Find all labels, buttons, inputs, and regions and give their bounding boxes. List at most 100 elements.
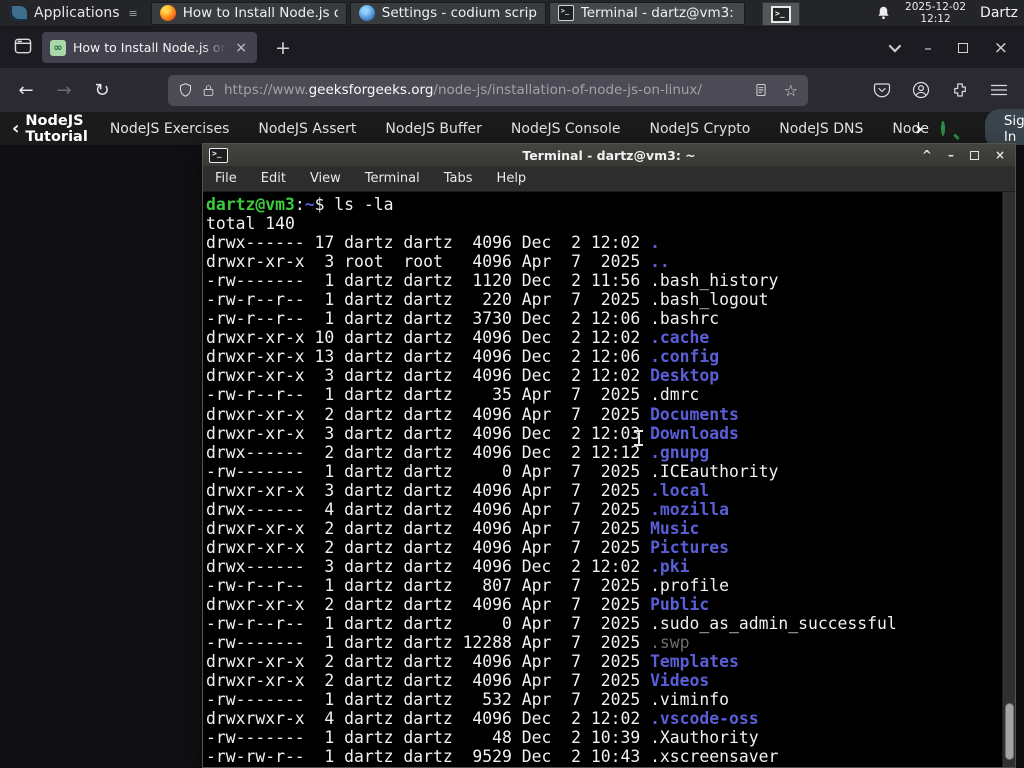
terminal-scrollbar-thumb[interactable] bbox=[1005, 703, 1014, 760]
ls-row-meta: drwxr-xr-x 3 dartz dartz 4096 Dec 2 12:0… bbox=[206, 423, 651, 443]
ls-row-meta: drwxr-xr-x 2 dartz dartz 4096 Apr 7 2025 bbox=[206, 671, 651, 691]
ls-row-filename: .swp bbox=[650, 633, 690, 653]
maximize-button[interactable] bbox=[969, 150, 979, 160]
ls-row-meta: drwxr-xr-x 2 dartz dartz 4096 Apr 7 2025 bbox=[206, 404, 651, 424]
terminal-ls-row: -rw------- 1 dartz dartz 532 Apr 7 2025 … bbox=[206, 690, 1002, 709]
close-button[interactable]: × bbox=[995, 148, 1005, 162]
new-tab-button[interactable]: + bbox=[275, 37, 291, 59]
ls-row-filename: Music bbox=[650, 518, 700, 538]
toolbar-right-icons bbox=[873, 81, 1024, 99]
ls-row-filename: .bash_history bbox=[650, 271, 779, 291]
window-maximize-button[interactable] bbox=[957, 42, 968, 53]
ls-row-filename: Desktop bbox=[650, 366, 720, 386]
firefox-nav-toolbar: ← → ↻ https://www.geeksforgeeks.org/node… bbox=[0, 68, 1024, 112]
ls-row-filename: .Xauthority bbox=[650, 728, 759, 748]
user-menu[interactable]: Dartz bbox=[980, 5, 1018, 21]
panel-indicators: 2025-12-02 12:12 Dartz bbox=[876, 1, 1024, 25]
subject-nav-link[interactable]: NodeJS Assert bbox=[258, 121, 356, 137]
ls-row-meta: -rw------- 1 dartz dartz 532 Apr 7 2025 bbox=[206, 690, 651, 710]
terminal-menu-item[interactable]: Help bbox=[497, 171, 527, 186]
window-close-button[interactable]: × bbox=[994, 38, 1008, 58]
subject-nav-link[interactable]: NodeJS Crypto bbox=[650, 121, 751, 137]
ls-row-meta: -rw-rw-r-- 1 dartz dartz 9529 Dec 2 10:4… bbox=[206, 747, 651, 767]
nav-back-tutorial[interactable]: ‹ NodeJS Tutorial bbox=[0, 113, 88, 145]
window-minimize-button[interactable]: – bbox=[924, 39, 932, 57]
terminal-icon bbox=[771, 5, 791, 23]
taskbar-window-button[interactable]: How to Install Node.js o... bbox=[150, 1, 347, 25]
terminal-title-bar[interactable]: Terminal - dartz@vm3: ~ ^ – × bbox=[203, 144, 1015, 166]
account-icon[interactable] bbox=[912, 81, 930, 99]
reload-button[interactable]: ↻ bbox=[92, 80, 112, 101]
taskbar-window-button[interactable]: Settings - codium script... bbox=[349, 1, 546, 25]
terminal-ls-row: drwxr-xr-x 3 dartz dartz 4096 Apr 7 2025… bbox=[206, 481, 1002, 500]
ls-row-filename: Templates bbox=[650, 652, 739, 672]
ls-row-meta: drwxr-xr-x 2 dartz dartz 4096 Apr 7 2025 bbox=[206, 652, 651, 672]
ls-row-filename: .bashrc bbox=[650, 309, 720, 329]
terminal-ls-row: -rw------- 1 dartz dartz 12288 Apr 7 202… bbox=[206, 633, 1002, 652]
list-all-tabs-chevron-icon[interactable] bbox=[888, 39, 902, 53]
subject-nav-link[interactable]: NodeJS Console bbox=[511, 121, 621, 137]
subject-nav-link[interactable]: Node bbox=[892, 121, 929, 137]
terminal-ls-row: drwx------ 17 dartz dartz 4096 Dec 2 12:… bbox=[206, 233, 1002, 252]
ls-row-filename: Documents bbox=[650, 404, 739, 424]
terminal-menu-item[interactable]: Edit bbox=[261, 171, 286, 186]
window-controls: – × bbox=[888, 38, 1024, 58]
lock-icon[interactable] bbox=[202, 83, 215, 98]
hamburger-menu-icon[interactable] bbox=[990, 83, 1008, 97]
terminal-ls-row: drwx------ 3 dartz dartz 4096 Dec 2 12:0… bbox=[206, 557, 1002, 576]
search-icon[interactable] bbox=[940, 121, 945, 136]
forward-button[interactable]: → bbox=[54, 80, 74, 101]
terminal-ls-row: -rw-r--r-- 1 dartz dartz 35 Apr 7 2025 .… bbox=[206, 385, 1002, 404]
applications-menu-button[interactable]: Applications ≡ bbox=[0, 0, 148, 26]
terminal-ls-row: -rw-r--r-- 1 dartz dartz 220 Apr 7 2025 … bbox=[206, 290, 1002, 309]
menu-lines-icon: ≡ bbox=[128, 6, 138, 20]
terminal-ls-row: -rw------- 1 dartz dartz 48 Dec 2 10:39 … bbox=[206, 728, 1002, 747]
ls-row-meta: drwx------ 17 dartz dartz 4096 Dec 2 12:… bbox=[206, 233, 651, 253]
extensions-icon[interactable] bbox=[951, 81, 969, 99]
tab-close-icon[interactable]: × bbox=[233, 40, 249, 56]
ls-row-filename: .gnupg bbox=[650, 442, 710, 462]
terminal-output[interactable]: dartz@vm3:~$ ls -la total 140 drwx------… bbox=[203, 192, 1002, 767]
shade-button[interactable]: ^ bbox=[922, 148, 932, 162]
ls-row-meta: -rw-r--r-- 1 dartz dartz 35 Apr 7 2025 bbox=[206, 385, 651, 405]
terminal-menu-item[interactable]: File bbox=[215, 171, 237, 186]
pocket-icon[interactable] bbox=[873, 81, 891, 99]
prompt-command: $ ls -la bbox=[314, 195, 394, 214]
tray-terminal-launcher[interactable] bbox=[762, 2, 800, 26]
tracking-shield-icon[interactable] bbox=[178, 82, 193, 98]
terminal-ls-row: drwxr-xr-x 3 root root 4096 Apr 7 2025 .… bbox=[206, 252, 1002, 271]
terminal-scrollbar[interactable] bbox=[1002, 192, 1015, 767]
terminal-menu-item[interactable]: View bbox=[310, 171, 341, 186]
minimize-button[interactable]: – bbox=[948, 148, 954, 162]
notification-bell-icon[interactable] bbox=[876, 5, 891, 21]
taskbar-window-button[interactable]: Terminal - dartz@vm3: ~ bbox=[548, 1, 745, 25]
reader-view-icon[interactable] bbox=[754, 82, 768, 98]
chevron-right-icon[interactable]: › bbox=[915, 118, 923, 140]
terminal-window: Terminal - dartz@vm3: ~ ^ – × File Edit … bbox=[202, 143, 1016, 768]
clock[interactable]: 2025-12-02 12:12 bbox=[905, 1, 966, 25]
browser-tab-active[interactable]: ∞ How to Install Node.js on × bbox=[42, 32, 257, 63]
mouse-ibeam-cursor bbox=[634, 430, 643, 446]
clock-date: 2025-12-02 bbox=[905, 0, 967, 13]
firefox-view-icon[interactable] bbox=[14, 38, 32, 58]
ls-row-filename: Videos bbox=[650, 671, 710, 691]
subject-nav-link[interactable]: NodeJS Buffer bbox=[385, 121, 482, 137]
window-button-list: How to Install Node.js o... Settings - c… bbox=[148, 0, 745, 26]
ls-row-filename: .sudo_as_admin_successful bbox=[650, 614, 897, 634]
ls-row-meta: -rw------- 1 dartz dartz 48 Dec 2 10:39 bbox=[206, 728, 651, 748]
terminal-menu-item[interactable]: Terminal bbox=[365, 171, 420, 186]
ls-row-meta: drwx------ 4 dartz dartz 4096 Apr 7 2025 bbox=[206, 499, 651, 519]
subject-nav-link[interactable]: NodeJS DNS bbox=[779, 121, 863, 137]
subject-nav-link[interactable]: NodeJS Exercises bbox=[110, 121, 230, 137]
xfce-applications-icon bbox=[10, 5, 27, 21]
nav-back-label: NodeJS Tutorial bbox=[25, 112, 88, 145]
ls-row-filename: .vscode-oss bbox=[650, 709, 759, 729]
ls-row-meta: drwxr-xr-x 3 root root 4096 Apr 7 2025 bbox=[206, 252, 651, 272]
bookmark-star-icon[interactable]: ☆ bbox=[784, 81, 798, 100]
ls-row-meta: -rw------- 1 dartz dartz 0 Apr 7 2025 bbox=[206, 461, 651, 481]
ls-row-filename: .mozilla bbox=[650, 499, 730, 519]
terminal-menu-item[interactable]: Tabs bbox=[444, 171, 473, 186]
url-bar[interactable]: https://www.geeksforgeeks.org/node-js/in… bbox=[168, 74, 808, 106]
terminal-total-line: total 140 bbox=[206, 214, 295, 234]
back-button[interactable]: ← bbox=[16, 80, 36, 101]
